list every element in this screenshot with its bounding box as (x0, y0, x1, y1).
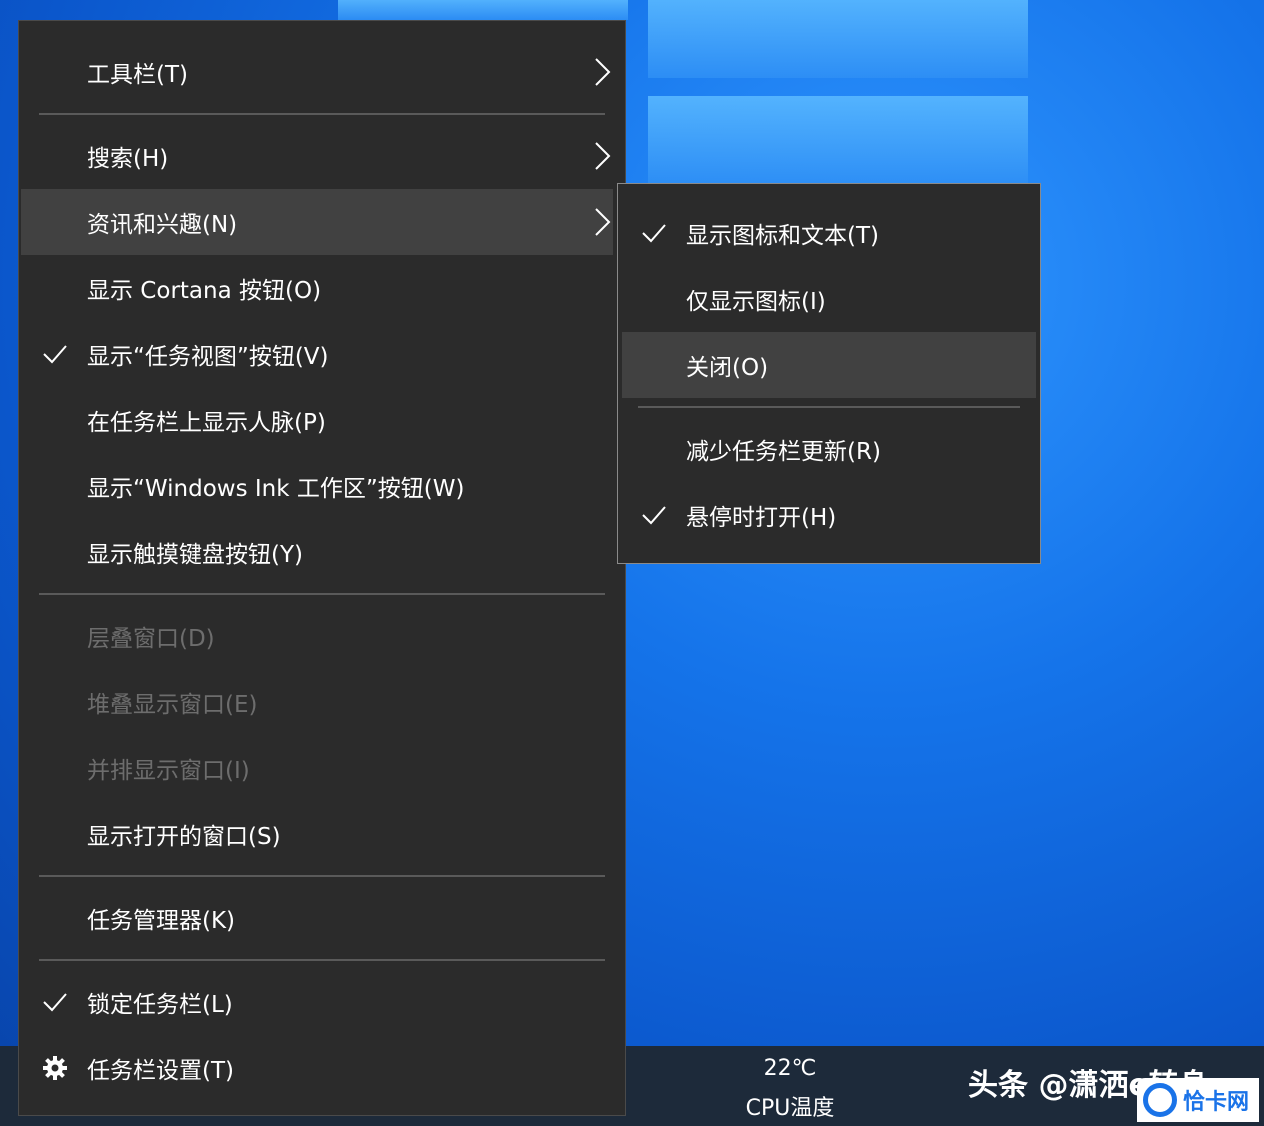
menu-item-taskbar-settings[interactable]: 任务栏设置(T) (21, 1035, 613, 1101)
checkmark-icon (642, 224, 666, 243)
menu-item-show-desktop[interactable]: 显示打开的窗口(S) (21, 801, 613, 867)
submenu-item-reduce-updates[interactable]: 减少任务栏更新(R) (622, 416, 1036, 482)
wallpaper-pane (648, 0, 1028, 78)
menu-item-label: 资讯和兴趣(N) (87, 212, 238, 238)
menu-item-label: 堆叠显示窗口(E) (87, 692, 258, 718)
submenu-item-show-icon-text[interactable]: 显示图标和文本(T) (622, 200, 1036, 266)
logo-circle-icon (1143, 1083, 1177, 1117)
menu-item-label: 锁定任务栏(L) (87, 992, 233, 1018)
wallpaper-pane (648, 96, 1028, 184)
menu-item-cascade-windows: 层叠窗口(D) (21, 603, 613, 669)
menu-separator (39, 113, 605, 115)
submenu-item-label: 显示图标和文本(T) (686, 223, 879, 249)
submenu-item-show-icon-only[interactable]: 仅显示图标(I) (622, 266, 1036, 332)
checkmark-icon (43, 993, 67, 1012)
menu-item-news-interests[interactable]: 资讯和兴趣(N) (21, 189, 613, 255)
submenu-item-label: 减少任务栏更新(R) (686, 439, 881, 465)
logo-text: 恰卡网 (1183, 1090, 1250, 1115)
menu-item-show-people[interactable]: 在任务栏上显示人脉(P) (21, 387, 613, 453)
menu-item-label: 层叠窗口(D) (87, 626, 215, 652)
menu-item-show-cortana[interactable]: 显示 Cortana 按钮(O) (21, 255, 613, 321)
chevron-right-icon (595, 208, 611, 236)
menu-separator (39, 959, 605, 961)
menu-item-stack-windows: 堆叠显示窗口(E) (21, 669, 613, 735)
submenu-item-turn-off[interactable]: 关闭(O) (622, 332, 1036, 398)
menu-item-show-task-view[interactable]: 显示“任务视图”按钮(V) (21, 321, 613, 387)
menu-separator (39, 875, 605, 877)
chevron-right-icon (595, 142, 611, 170)
taskbar-context-menu: 工具栏(T) 搜索(H) 资讯和兴趣(N) 显示 Cortana 按钮(O) 显… (18, 20, 626, 1116)
menu-separator (39, 593, 605, 595)
news-interests-submenu: 显示图标和文本(T) 仅显示图标(I) 关闭(O) 减少任务栏更新(R) 悬停时… (617, 183, 1041, 564)
menu-item-label: 工具栏(T) (87, 62, 188, 88)
cpu-temperature-value: 22℃ (763, 1056, 817, 1081)
wallpaper-pane (338, 0, 628, 20)
menu-item-task-manager[interactable]: 任务管理器(K) (21, 885, 613, 951)
submenu-item-label: 关闭(O) (686, 355, 769, 381)
watermark-logo: 恰卡网 (1137, 1078, 1259, 1122)
checkmark-icon (642, 506, 666, 525)
menu-item-show-touch-keyboard[interactable]: 显示触摸键盘按钮(Y) (21, 519, 613, 585)
menu-item-lock-taskbar[interactable]: 锁定任务栏(L) (21, 969, 613, 1035)
menu-item-label: 在任务栏上显示人脉(P) (87, 410, 326, 436)
menu-item-label: 任务管理器(K) (87, 908, 236, 934)
menu-item-label: 搜索(H) (87, 146, 169, 172)
submenu-item-open-on-hover[interactable]: 悬停时打开(H) (622, 482, 1036, 548)
submenu-item-label: 悬停时打开(H) (686, 505, 837, 531)
gear-icon (43, 1056, 67, 1080)
menu-item-show-windows-ink[interactable]: 显示“Windows Ink 工作区”按钮(W) (21, 453, 613, 519)
submenu-separator (638, 406, 1020, 408)
checkmark-icon (43, 345, 67, 364)
menu-item-search[interactable]: 搜索(H) (21, 123, 613, 189)
menu-item-side-by-side-windows: 并排显示窗口(I) (21, 735, 613, 801)
menu-item-label: 并排显示窗口(I) (87, 758, 250, 784)
cpu-temperature-label: CPU温度 (745, 1096, 835, 1121)
menu-item-label: 显示打开的窗口(S) (87, 824, 281, 850)
menu-item-label: 显示 Cortana 按钮(O) (87, 278, 322, 304)
chevron-right-icon (595, 58, 611, 86)
menu-item-label: 显示“任务视图”按钮(V) (87, 344, 329, 370)
menu-item-label: 显示“Windows Ink 工作区”按钮(W) (87, 476, 465, 502)
menu-item-label: 任务栏设置(T) (87, 1058, 234, 1084)
submenu-item-label: 仅显示图标(I) (686, 289, 826, 315)
menu-item-label: 显示触摸键盘按钮(Y) (87, 542, 303, 568)
menu-item-toolbars[interactable]: 工具栏(T) (21, 39, 613, 105)
